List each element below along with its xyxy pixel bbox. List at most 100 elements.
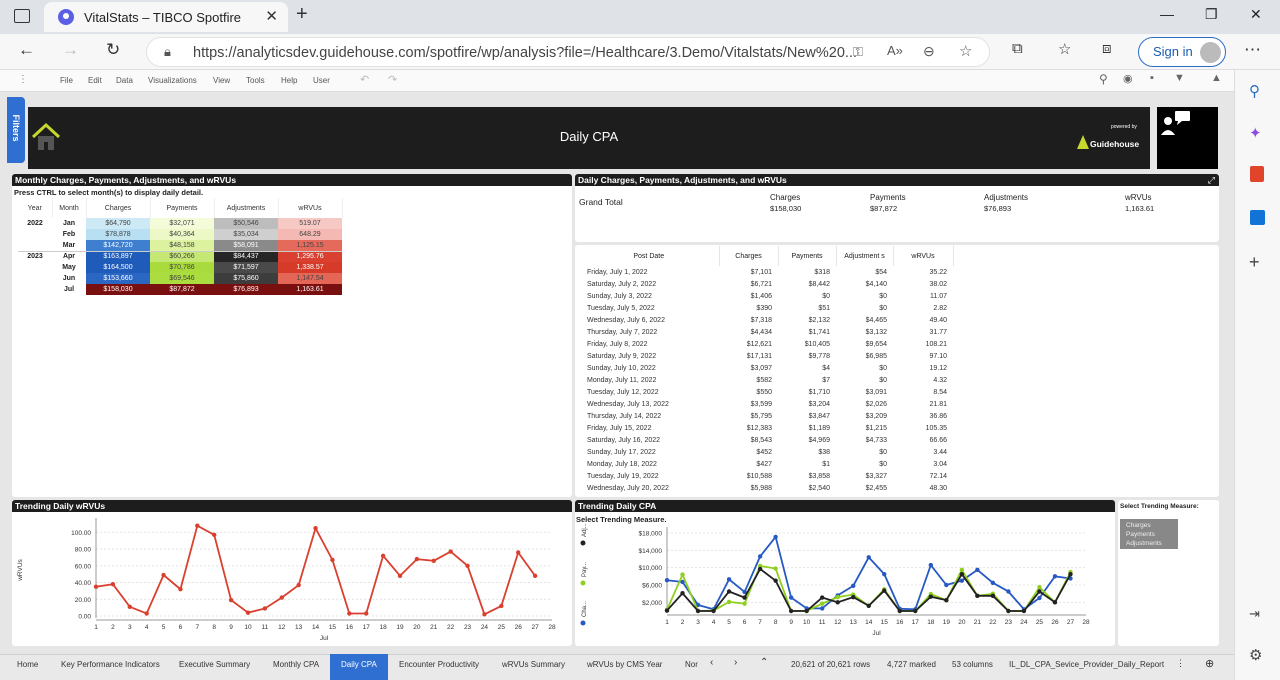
data-point[interactable] (773, 578, 778, 583)
data-point[interactable] (990, 593, 996, 599)
data-point[interactable] (711, 608, 716, 614)
daily-row[interactable]: Sunday, July 10, 2022 $3,097 $4 $0 19.12 (579, 362, 953, 374)
data-point[interactable] (788, 608, 794, 614)
menu-edit[interactable]: Edit (88, 76, 102, 85)
daily-col-header[interactable]: Charges (719, 246, 779, 266)
daily-row[interactable]: Friday, July 8, 2022 $12,621 $10,405 $9,654… (579, 338, 953, 350)
daily-col-header[interactable]: Adjustment s (836, 246, 894, 266)
page-tab[interactable]: Home (6, 654, 49, 680)
data-point[interactable] (482, 612, 487, 617)
data-point[interactable] (127, 604, 132, 609)
data-point[interactable] (804, 608, 809, 614)
daily-row[interactable]: Friday, July 15, 2022 $12,383 $1,189 $1,215… (579, 422, 953, 434)
data-point[interactable] (465, 563, 470, 569)
data-point[interactable] (664, 608, 670, 613)
data-point[interactable] (1006, 608, 1011, 614)
data-point[interactable] (414, 556, 420, 562)
data-point[interactable] (364, 611, 369, 616)
data-point[interactable] (788, 595, 794, 600)
data-point[interactable] (110, 582, 116, 587)
data-point[interactable] (1006, 589, 1011, 594)
daily-row[interactable]: Wednesday, July 13, 2022 $3,599 $3,204 $2,0… (579, 398, 953, 410)
office-icon[interactable] (1250, 166, 1264, 182)
settings-icon[interactable]: ⚙ (1249, 646, 1262, 664)
menu-visualizations[interactable]: Visualizations (148, 76, 197, 85)
daily-row[interactable]: Saturday, July 16, 2022 $8,543 $4,969 $4,73… (579, 434, 953, 446)
data-point[interactable] (819, 606, 825, 611)
daily-row[interactable]: Wednesday, July 20, 2022 $5,988 $2,540 $2,4… (579, 482, 953, 494)
data-point[interactable] (1068, 571, 1073, 577)
legend-marker[interactable] (580, 540, 586, 546)
legend-marker[interactable] (580, 580, 586, 586)
browser-tab[interactable]: VitalStats – TIBCO Spotfire ✕ (44, 2, 288, 32)
daily-row[interactable]: Thursday, July 14, 2022 $5,795 $3,847 $3,20… (579, 410, 953, 422)
data-point[interactable] (866, 603, 871, 608)
data-point[interactable] (516, 550, 521, 555)
minimize-icon[interactable]: — (1160, 6, 1174, 22)
data-point[interactable] (161, 572, 166, 578)
data-point[interactable] (664, 578, 670, 583)
filter-icon[interactable]: ▼ (1174, 72, 1185, 84)
page-tab[interactable]: Encounter Productivity (388, 654, 490, 680)
daily-col-header[interactable]: Payments (778, 246, 837, 266)
menu-help[interactable]: Help (281, 76, 297, 85)
bookmark-icon[interactable]: ▪ (1150, 72, 1154, 84)
data-point[interactable] (944, 582, 949, 588)
data-point[interactable] (1037, 595, 1042, 601)
data-point[interactable] (866, 555, 871, 560)
data-point[interactable] (928, 594, 934, 599)
measure-listbox[interactable]: Charges Payments Adjustments (1120, 519, 1178, 549)
data-point[interactable] (851, 583, 856, 589)
page-tab[interactable]: Daily CPA (330, 654, 388, 680)
data-point[interactable] (695, 608, 701, 614)
data-point[interactable] (431, 558, 436, 563)
data-point[interactable] (773, 534, 778, 540)
data-point[interactable] (262, 606, 268, 611)
page-tab[interactable]: Nor (674, 654, 709, 680)
more-menu-icon[interactable]: ⋯ (1244, 40, 1261, 60)
data-point[interactable] (928, 562, 934, 568)
data-point[interactable] (773, 566, 778, 571)
monthly-row[interactable]: 2023 Apr $163,897 $60,266 $84,437 1,295.76 (18, 250, 342, 262)
series-line[interactable] (95, 524, 536, 616)
monthly-col-header[interactable]: Month (52, 198, 87, 218)
maximize-icon[interactable]: ⤢ (1208, 175, 1215, 186)
daily-row[interactable]: Saturday, July 2, 2022 $6,721 $8,442 $4,140… (579, 278, 953, 290)
data-point[interactable] (532, 573, 538, 579)
monthly-row[interactable]: Mar $142,720 $48,158 $58,091 1,125.15 (18, 240, 342, 251)
data-point[interactable] (913, 608, 918, 614)
menu-user[interactable]: User (313, 76, 330, 85)
monthly-row[interactable]: 2022 Jan $64,790 $32,071 $50,546 519.07 (18, 218, 342, 229)
monthly-col-header[interactable]: wRVUs (278, 198, 343, 218)
search-icon[interactable]: ⚲ (1099, 72, 1108, 86)
monthly-row[interactable]: May $164,500 $70,786 $71,597 1,338.57 (18, 262, 342, 273)
notification-icon[interactable]: ▲ (1211, 72, 1222, 84)
data-point[interactable] (144, 611, 149, 616)
data-point[interactable] (347, 611, 352, 616)
data-point[interactable] (975, 593, 980, 599)
data-point[interactable] (959, 567, 965, 573)
read-aloud-icon[interactable]: A» (887, 43, 903, 58)
monthly-col-header[interactable]: Adjustments (214, 198, 279, 218)
tab-actions-icon[interactable] (14, 9, 30, 23)
data-point[interactable] (944, 597, 949, 603)
data-point[interactable] (313, 525, 318, 531)
key-icon[interactable]: ⚿ (853, 44, 863, 60)
monthly-row[interactable]: Jun $153,660 $69,546 $75,860 1,147.54 (18, 273, 342, 284)
data-point[interactable] (1052, 600, 1058, 605)
menu-handle-icon[interactable]: ⋮ (18, 74, 28, 85)
redo-icon[interactable]: ↷ (388, 73, 397, 86)
data-point[interactable] (835, 594, 840, 600)
data-point[interactable] (296, 582, 301, 588)
extensions-icon[interactable]: ⧉ (1012, 40, 1023, 57)
favorite-add-icon[interactable]: ☆ (959, 42, 972, 60)
data-point[interactable] (897, 608, 902, 614)
collections-icon[interactable]: ⧈ (1102, 40, 1112, 57)
close-window-icon[interactable]: ✕ (1250, 6, 1262, 23)
data-point[interactable] (1052, 574, 1058, 579)
daily-row[interactable]: Thursday, July 7, 2022 $4,434 $1,741 $3,132… (579, 326, 953, 338)
daily-row[interactable]: Tuesday, July 19, 2022 $10,588 $3,858 $3,32… (579, 470, 953, 482)
new-tab-icon[interactable]: + (296, 3, 308, 26)
data-point[interactable] (330, 557, 335, 563)
daily-col-header[interactable]: Post Date (579, 246, 720, 266)
